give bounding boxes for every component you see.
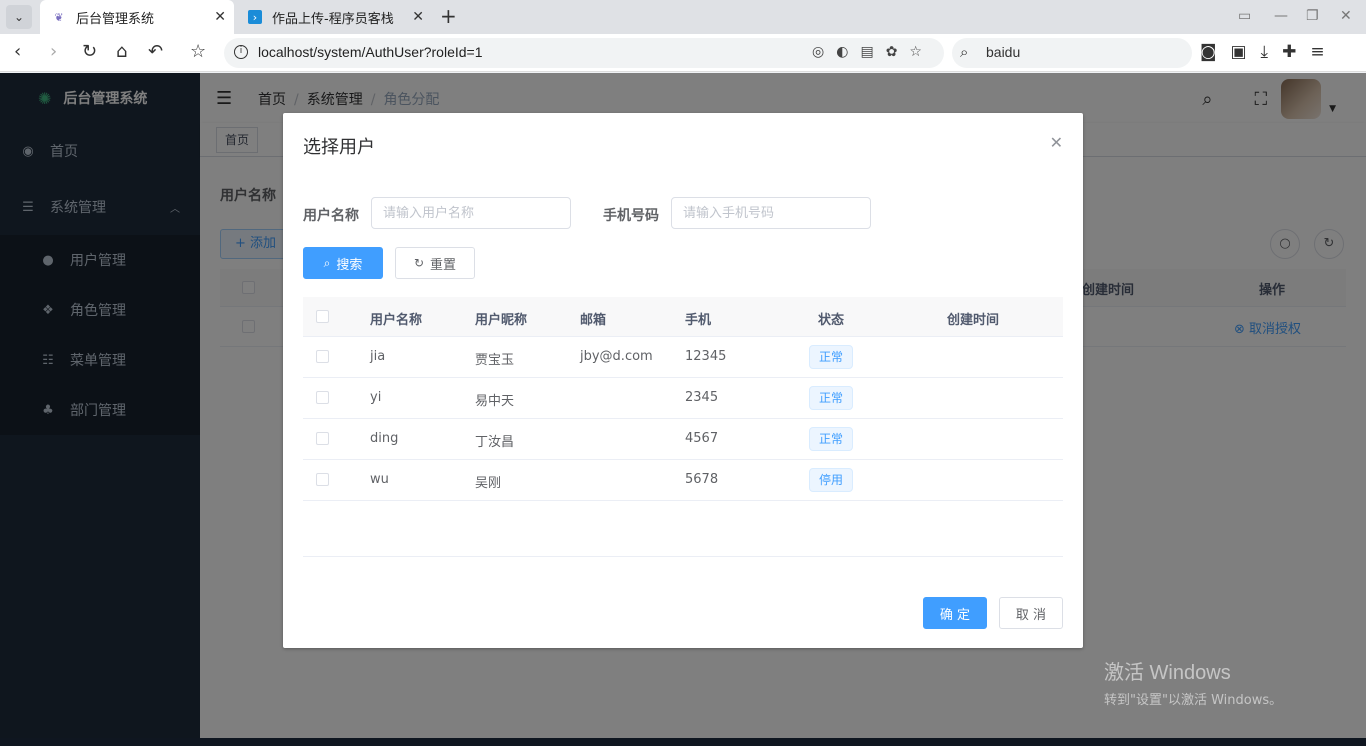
username-label: 用户名称: [303, 208, 359, 224]
cancel-button[interactable]: 取 消: [999, 597, 1063, 629]
status-badge: 正常: [809, 386, 854, 410]
address-bar-icons[interactable]: ◎◐▤✿☆: [812, 44, 934, 60]
dialog-title: 选择用户: [303, 137, 375, 158]
new-tab-icon[interactable]: +: [440, 5, 457, 27]
row-checkbox[interactable]: [316, 350, 329, 363]
os-taskbar: [0, 738, 1366, 746]
reset-button[interactable]: ↻ 重置: [395, 247, 475, 279]
cell-nickname: 吴刚: [475, 476, 502, 491]
cell-username: yi: [370, 390, 382, 405]
close-tab-icon[interactable]: ✕: [214, 9, 226, 25]
tab-list-button[interactable]: ⌄: [6, 5, 32, 29]
sidebar-toggle-icon[interactable]: ▭: [1238, 8, 1251, 24]
app-favicon-icon: ❦: [54, 10, 64, 24]
search-engine-text[interactable]: baidu: [986, 44, 1020, 60]
cell-email: jby@d.com: [580, 349, 653, 364]
search-icon: ⌕: [960, 43, 969, 61]
table-row[interactable]: yi 易中天 2345 正常: [303, 378, 1063, 419]
watermark-line1: 激活 Windows: [1104, 662, 1231, 684]
close-tab-icon[interactable]: ✕: [412, 9, 424, 25]
site-favicon-icon: ›: [248, 10, 262, 24]
cell-phone: 12345: [685, 349, 727, 364]
browser-tab-active[interactable]: ❦ 后台管理系统 ✕: [40, 0, 234, 34]
col-created: 创建时间: [947, 313, 1000, 328]
browser-tab[interactable]: › 作品上传-程序员客栈 ✕: [236, 0, 432, 34]
cell-phone: 4567: [685, 431, 719, 446]
cell-username: ding: [370, 431, 399, 446]
tab-label: 作品上传-程序员客栈: [272, 11, 394, 27]
minimize-icon[interactable]: —: [1274, 8, 1288, 24]
close-icon[interactable]: ✕: [1050, 133, 1063, 152]
status-badge: 正常: [809, 427, 854, 451]
cell-username: jia: [370, 349, 386, 364]
table-bottom-divider: [303, 556, 1063, 557]
address-bar[interactable]: i localhost/system/AuthUser?roleId=1 ◎◐▤…: [224, 38, 944, 68]
cell-nickname: 易中天: [475, 394, 515, 409]
forward-icon[interactable]: ›: [50, 42, 57, 62]
refresh-icon: ↻: [413, 256, 425, 270]
select-all-checkbox[interactable]: [316, 310, 329, 323]
browser-extension-icons[interactable]: ◙▣⤓✚≡: [1200, 42, 1339, 62]
user-table: 用户名称 用户昵称 邮箱 手机 状态 创建时间 jia 贾宝玉 jby@d.co…: [303, 297, 1063, 501]
col-username: 用户名称: [370, 313, 423, 328]
col-status: 状态: [818, 313, 845, 328]
phone-input[interactable]: [671, 197, 871, 229]
table-row[interactable]: wu 吴刚 5678 停用: [303, 460, 1063, 501]
phone-label: 手机号码: [603, 208, 659, 224]
row-checkbox[interactable]: [316, 391, 329, 404]
home-icon[interactable]: ⌂: [116, 42, 127, 62]
cell-nickname: 丁汝昌: [475, 435, 515, 450]
browser-search-box[interactable]: ⌕ baidu: [952, 38, 1192, 68]
close-window-icon[interactable]: ✕: [1340, 8, 1352, 24]
url-text[interactable]: localhost/system/AuthUser?roleId=1: [258, 44, 483, 60]
cell-nickname: 贾宝玉: [475, 353, 515, 368]
tab-label: 后台管理系统: [76, 11, 155, 27]
status-badge: 停用: [809, 468, 854, 492]
restore-icon[interactable]: ❐: [1306, 8, 1319, 24]
back-icon[interactable]: ‹: [14, 42, 21, 62]
cell-phone: 5678: [685, 472, 719, 487]
table-row[interactable]: jia 贾宝玉 jby@d.com 12345 正常: [303, 337, 1063, 378]
confirm-button[interactable]: 确 定: [923, 597, 987, 629]
row-checkbox[interactable]: [316, 432, 329, 445]
col-email: 邮箱: [580, 313, 607, 328]
username-input[interactable]: [371, 197, 571, 229]
info-icon[interactable]: i: [234, 45, 248, 59]
undo-icon[interactable]: ↶: [148, 42, 163, 62]
col-nickname: 用户昵称: [475, 313, 528, 328]
table-row[interactable]: ding 丁汝昌 4567 正常: [303, 419, 1063, 460]
select-user-dialog: 选择用户 ✕ 用户名称 手机号码 ⌕搜索 ↻重置 用户名称 用户昵称 邮箱 手机…: [283, 113, 1083, 648]
search-button[interactable]: ⌕ 搜索: [303, 247, 383, 279]
cell-phone: 2345: [685, 390, 719, 405]
browser-tabbar: ⌄ ❦ 后台管理系统 ✕ › 作品上传-程序员客栈 ✕ + ▭ — ❐ ✕: [0, 0, 1366, 34]
cell-username: wu: [370, 472, 389, 487]
status-badge: 正常: [809, 345, 854, 369]
row-checkbox[interactable]: [316, 473, 329, 486]
col-phone: 手机: [685, 313, 712, 328]
table-header: 用户名称 用户昵称 邮箱 手机 状态 创建时间: [303, 297, 1063, 337]
watermark-line2: 转到"设置"以激活 Windows。: [1104, 693, 1283, 708]
search-icon: ⌕: [323, 255, 331, 270]
favorite-icon[interactable]: ☆: [190, 42, 206, 62]
windows-activation-watermark: 激活 Windows 转到"设置"以激活 Windows。: [1104, 656, 1282, 708]
browser-toolbar: ‹ › ↻ ⌂ ↶ ☆ i localhost/system/AuthUser?…: [0, 34, 1366, 72]
reload-icon[interactable]: ↻: [82, 42, 97, 62]
